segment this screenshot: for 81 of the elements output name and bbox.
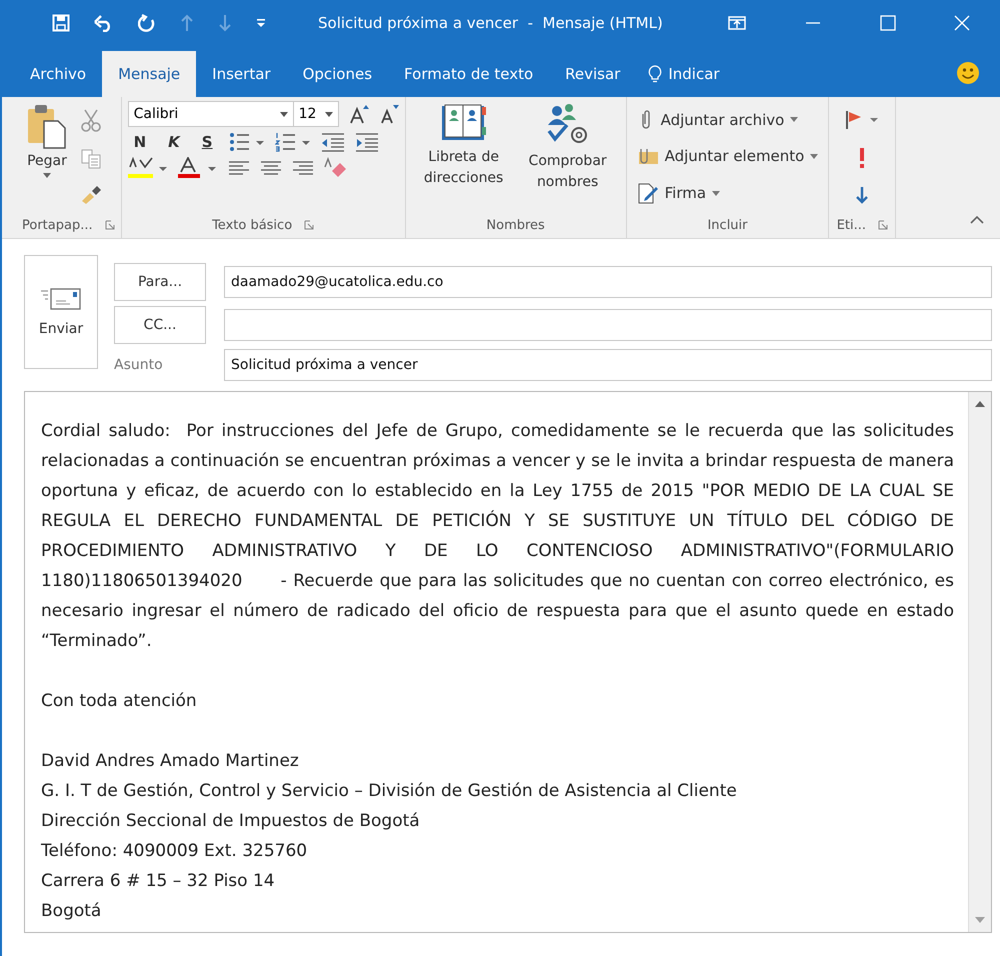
save-icon[interactable]: [52, 14, 70, 32]
to-field[interactable]: daamado29@ucatolica.edu.co: [224, 266, 992, 298]
eraser-icon[interactable]: [324, 157, 348, 179]
ribbon-tab[interactable]: Mensaje: [102, 51, 196, 97]
clipboard-icon: [26, 103, 68, 149]
maximize-icon[interactable]: [880, 14, 896, 30]
font-size-dropdown[interactable]: 12: [292, 101, 339, 127]
numbered-list-icon[interactable]: [274, 132, 311, 152]
send-button[interactable]: Enviar: [24, 255, 98, 369]
attach-file-button[interactable]: Adjuntar archivo: [632, 108, 822, 132]
grow-font-icon[interactable]: [348, 104, 369, 124]
scroll-up-icon[interactable]: [974, 400, 986, 408]
cc-button[interactable]: CC...: [114, 306, 206, 344]
ribbon-tab[interactable]: Revisar: [549, 51, 636, 97]
font-color-icon[interactable]: [178, 157, 218, 179]
lightbulb-icon: [648, 65, 662, 83]
signature-icon: [636, 182, 659, 204]
group-label: Portapap...: [22, 218, 93, 232]
subject-label: Asunto: [114, 357, 164, 373]
font-name-dropdown[interactable]: Calibri: [128, 101, 294, 127]
dialog-launcher-icon[interactable]: [878, 220, 888, 230]
dialog-launcher-icon[interactable]: [104, 220, 115, 230]
tell-me-button[interactable]: Indicar: [636, 51, 732, 97]
paste-button[interactable]: Pegar: [22, 101, 72, 212]
group-label: Nombres: [486, 218, 545, 232]
down-arrow-icon[interactable]: [855, 186, 870, 204]
caret-icon: [790, 117, 798, 122]
dialog-launcher-icon[interactable]: [304, 220, 314, 230]
increase-indent-icon[interactable]: [354, 132, 379, 152]
signature-line: Dirección Seccional de Impuestos de Bogotá: [41, 810, 421, 833]
address-book-button[interactable]: Libreta de direcciones: [412, 101, 516, 191]
ribbon-tab[interactable]: Insertar: [196, 51, 287, 97]
to-button[interactable]: Para...: [114, 263, 206, 301]
group-label: Eti...: [836, 218, 866, 232]
ribbon-tab[interactable]: Formato de texto: [388, 51, 550, 97]
body-paragraph: Cordial saludo: Por instrucciones del Jefe de Grupo, comedidamente se le recuerda que las solicitudes relacionadas a continuación se encuentran próximas a vencer y se le invita a brindar respuesta de manera oportuna y eficaz, de acuerdo con lo establecido en la Ley 1755 de 2015 "POR MEDIO DE LA CUAL SE REGULA EL DERECHO FUNDAMENTAL DE PETICIÓN Y SE SUSTITUYE UN TÍTULO DEL CÓDIGO DE PROCEDIMIENTO ADMINISTRATIVO Y DE LO CONTENCIOSO ADMINISTRATIVO"(FORMULARIO 1180)11806501394020 - Recuerde que para las solicitudes que no cuentan con correo electrónico, es necesario ingresar el número de radicado del oficio de respuesta para que el asunto quede en estado “Terminado”.: [41, 420, 954, 653]
signature-line: G. I. T de Gestión, Control y Servicio – División de Gestión de Asistencia al Cliente: [41, 780, 738, 803]
group-label: Incluir: [707, 218, 748, 232]
caret-icon: [324, 112, 333, 116]
shrink-font-icon[interactable]: [378, 104, 399, 124]
format-painter-icon[interactable]: [80, 184, 102, 204]
underline-button[interactable]: S: [196, 131, 219, 153]
align-right-icon[interactable]: [292, 160, 314, 176]
collapse-ribbon-icon[interactable]: [970, 216, 984, 224]
attach-item-button[interactable]: Adjuntar elemento: [632, 145, 822, 168]
scissors-icon[interactable]: [80, 108, 102, 132]
align-left-icon[interactable]: [228, 160, 250, 176]
close-icon[interactable]: [954, 14, 970, 30]
signature-line: David Andres Amado Martinez: [41, 750, 300, 773]
address-book-icon: [440, 103, 488, 143]
caret-icon: [43, 173, 51, 178]
bullet-list-icon[interactable]: [228, 132, 265, 152]
italic-button[interactable]: K: [162, 131, 186, 153]
decrease-indent-icon[interactable]: [320, 132, 345, 152]
highlighter-icon[interactable]: [128, 157, 168, 179]
smiley-icon[interactable]: [956, 61, 980, 85]
cc-field[interactable]: [224, 309, 992, 341]
closing-text: Con toda atención: [41, 690, 198, 713]
window-title: Solicitud próxima a vencer - Mensaje (HTML): [318, 14, 663, 32]
caret-icon: [712, 190, 720, 196]
align-center-icon[interactable]: [260, 160, 282, 176]
ribbon-tab[interactable]: Archivo: [14, 51, 102, 97]
bold-button[interactable]: N: [128, 131, 152, 153]
ribbon-tab[interactable]: Opciones: [286, 51, 388, 97]
message-body[interactable]: [24, 391, 992, 933]
caret-icon: [810, 154, 818, 159]
group-label: Texto básico: [212, 218, 292, 232]
signature-line: Teléfono: 4090009 Ext. 325760: [41, 840, 308, 863]
envelope-icon: [40, 287, 82, 311]
attach-item-icon: [636, 146, 659, 166]
check-names-button[interactable]: Comprobar nombres: [516, 101, 620, 195]
subject-field[interactable]: Solicitud próxima a vencer: [224, 349, 992, 381]
customize-icon[interactable]: [256, 18, 266, 28]
ribbon-display-icon[interactable]: [728, 16, 746, 30]
signature-line: Carrera 6 # 15 – 32 Piso 14: [41, 870, 276, 893]
scrollbar[interactable]: [968, 392, 991, 932]
signature-line: Bogotá: [41, 900, 102, 923]
signature-button[interactable]: Firma: [632, 181, 822, 206]
redo-icon[interactable]: [138, 14, 156, 32]
caret-icon: [280, 112, 288, 116]
flag-icon[interactable]: [845, 110, 880, 130]
